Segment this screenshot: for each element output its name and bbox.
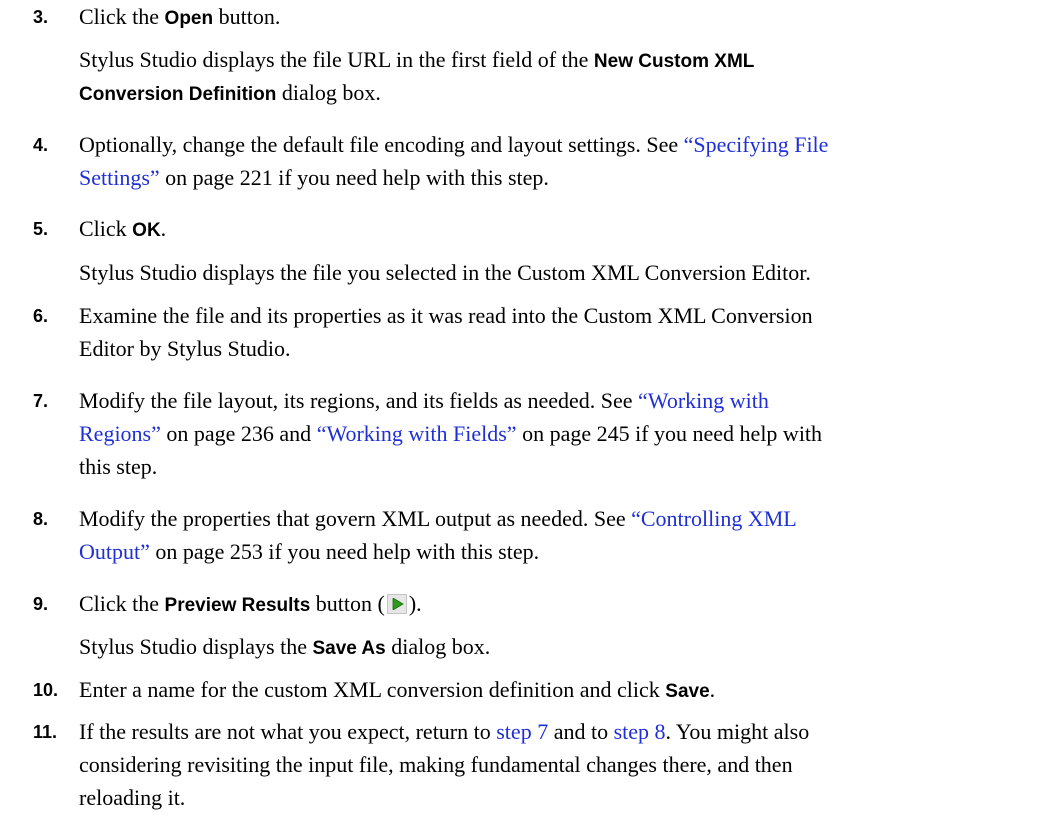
play-triangle-icon [386, 594, 407, 614]
step-text: Click the Open button. [79, 4, 281, 29]
specifying-file-settings-link-cont[interactable]: Settings” [79, 165, 160, 190]
working-with-regions-link[interactable]: “Working with [638, 388, 769, 413]
step-number: 3. [33, 7, 49, 27]
open-button-label: Open [164, 8, 214, 29]
working-with-regions-link-cont[interactable]: Regions” [79, 421, 161, 446]
controlling-xml-output-link-cont[interactable]: Output” [79, 539, 150, 564]
specifying-file-settings-link[interactable]: “Specifying File [684, 132, 829, 157]
working-with-fields-link[interactable]: “Working with Fields” [317, 421, 517, 446]
controlling-xml-output-link[interactable]: “Controlling XML [631, 506, 797, 531]
step-7-link[interactable]: step 7 [496, 719, 548, 744]
step-8-link[interactable]: step 8 [614, 719, 666, 744]
